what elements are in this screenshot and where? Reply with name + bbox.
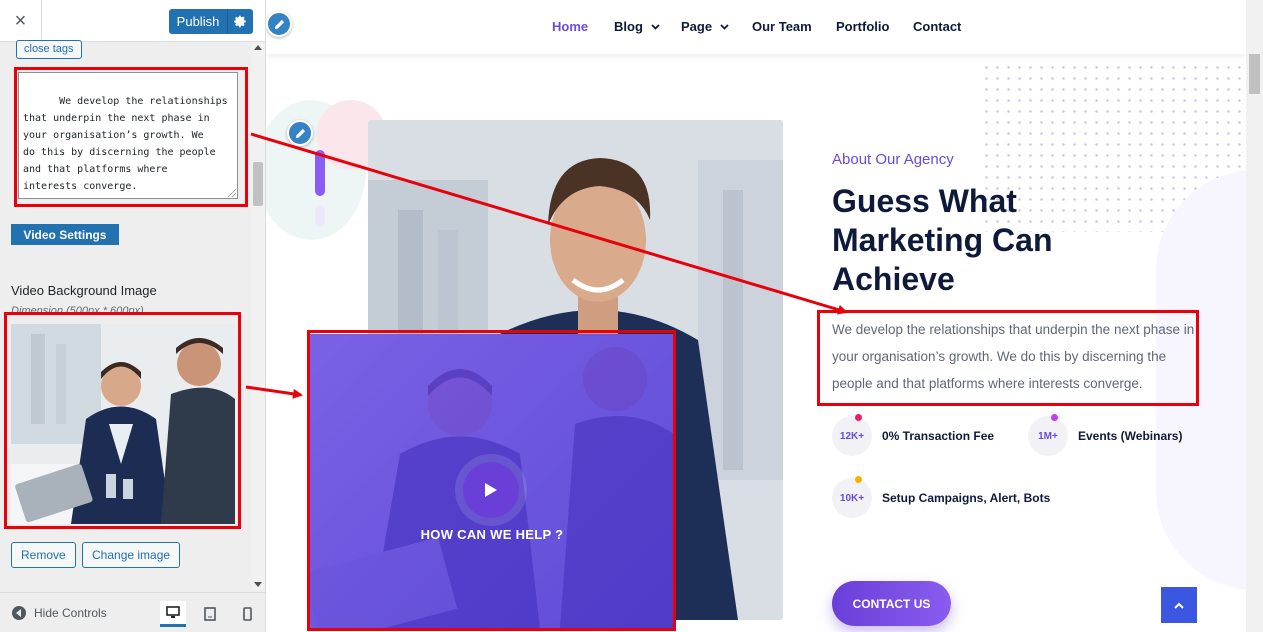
nav-label: Portfolio (836, 19, 890, 34)
publish-button[interactable]: Publish (169, 9, 227, 34)
sidebar-header: × Publish (0, 0, 265, 42)
stat-value: 12K+ (832, 414, 872, 456)
gear-icon (234, 15, 246, 28)
tablet-preview-button[interactable] (197, 601, 223, 627)
about-kicker: About Our Agency (832, 151, 954, 168)
nav-contact[interactable]: Contact (913, 19, 961, 34)
stat-item: 10K+ Setup Campaigns, Alert, Bots (832, 476, 1051, 518)
nav-label: Home (552, 19, 589, 34)
video-background-label: Video Background Image (11, 283, 157, 298)
stat-dot-icon (1051, 414, 1058, 421)
preview-scrollbar-thumb[interactable] (1249, 54, 1260, 94)
nav-our-team[interactable]: Our Team (752, 19, 812, 34)
stat-dot-icon (855, 414, 862, 421)
mobile-icon (242, 607, 252, 621)
edit-header-shortcut[interactable] (266, 11, 292, 37)
publish-settings-button[interactable] (227, 9, 253, 34)
stat-item: 1M+ Events (Webinars) (1028, 414, 1183, 456)
change-image-button[interactable]: Change image (82, 542, 181, 568)
tablet-icon (204, 607, 216, 621)
nav-label: Our Team (752, 19, 812, 34)
stat-item: 12K+ 0% Transaction Fee (832, 414, 995, 456)
close-tags-button[interactable]: close tags (16, 40, 82, 59)
purple-bar-decoration-light (315, 205, 325, 227)
nav-portfolio[interactable]: Portfolio (836, 19, 889, 34)
hide-controls-label: Hide Controls (34, 606, 107, 620)
contact-us-button[interactable]: CONTACT US (832, 581, 951, 626)
pencil-icon (295, 128, 305, 138)
collapse-arrow-icon (12, 606, 26, 620)
about-headline: Guess What Marketing Can Achieve (832, 183, 1053, 297)
sidebar-scrollbar-thumb[interactable] (253, 162, 263, 206)
nav-label: Contact (913, 19, 962, 34)
desktop-icon (166, 606, 180, 618)
stat-number: 12K+ (839, 430, 865, 442)
close-icon: × (14, 9, 27, 32)
nav-blog[interactable]: Blog (614, 19, 660, 34)
annotation-box-body-text (817, 310, 1199, 406)
nav-home[interactable]: Home (552, 19, 588, 34)
stat-number: 10K+ (839, 492, 865, 504)
nav-label: Blog (614, 19, 643, 34)
stat-dot-icon (855, 476, 862, 483)
remove-image-button[interactable]: Remove (11, 542, 76, 568)
mobile-preview-button[interactable] (234, 601, 260, 627)
stat-number: 1M+ (1038, 430, 1058, 442)
chevron-down-icon (720, 23, 729, 30)
annotation-box-thumbnail (4, 312, 241, 529)
desktop-preview-button[interactable] (160, 601, 186, 627)
annotation-box-video (307, 330, 676, 631)
stat-label: Events (Webinars) (1078, 429, 1183, 443)
purple-bar-decoration (315, 150, 325, 196)
annotation-box-textarea (14, 67, 248, 207)
edit-about-shortcut[interactable] (287, 120, 313, 146)
hide-controls-button[interactable]: Hide Controls (12, 606, 107, 620)
stat-value: 10K+ (832, 476, 872, 518)
scroll-down-arrow-icon[interactable] (254, 582, 262, 587)
stat-label: Setup Campaigns, Alert, Bots (882, 491, 1051, 505)
sidebar-footer: Hide Controls (0, 592, 265, 632)
close-customizer-button[interactable]: × (0, 0, 42, 42)
scroll-up-arrow-icon[interactable] (254, 45, 262, 50)
customizer-screen: × Publish close tags We develop the rela… (0, 0, 1263, 632)
stat-label: 0% Transaction Fee (882, 429, 995, 443)
main-navigation: Home Blog Page Our Team Portfolio Contac… (266, 0, 1246, 54)
stat-value: 1M+ (1028, 414, 1068, 456)
preview-scrollbar[interactable] (1246, 0, 1263, 632)
scroll-to-top-button[interactable] (1161, 587, 1197, 623)
nav-page[interactable]: Page (681, 19, 729, 34)
chevron-up-icon (1174, 602, 1184, 609)
sidebar-scrollbar[interactable] (251, 42, 265, 590)
chevron-down-icon (651, 23, 660, 30)
video-settings-heading: Video Settings (11, 224, 119, 245)
pencil-icon (274, 19, 284, 29)
nav-label: Page (681, 19, 713, 34)
